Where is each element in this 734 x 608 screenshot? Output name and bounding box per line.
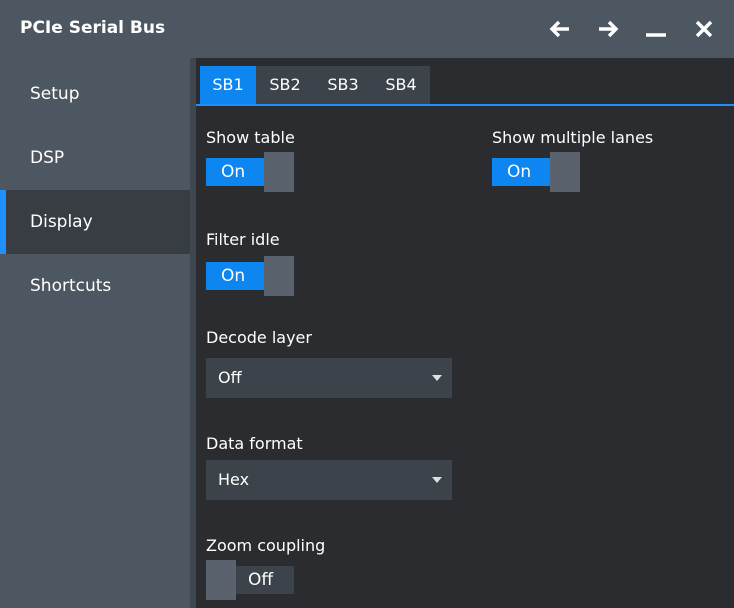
display-panel: SB1 SB2 SB3 SB4 Show table On Show multi… (196, 58, 734, 608)
show-multiple-lanes-label: Show multiple lanes (492, 128, 654, 147)
filter-idle-label: Filter idle (206, 230, 280, 249)
show-multiple-lanes-toggle[interactable]: On (492, 152, 580, 192)
toggle-state: On (206, 158, 264, 186)
zoom-coupling-toggle[interactable]: Off (206, 560, 294, 600)
decode-layer-select[interactable]: Off (206, 358, 452, 398)
show-table-label: Show table (206, 128, 295, 147)
forward-button[interactable] (592, 13, 624, 45)
sidebar-item-setup[interactable]: Setup (0, 62, 190, 126)
arrow-right-icon (599, 20, 619, 38)
title-bar: PCIe Serial Bus (0, 0, 734, 58)
tab-label: SB4 (385, 75, 417, 94)
zoom-coupling-label: Zoom coupling (206, 536, 326, 555)
tab-label: SB3 (327, 75, 359, 94)
tab-sb3[interactable]: SB3 (314, 66, 372, 104)
show-table-toggle[interactable]: On (206, 152, 294, 192)
filter-idle-toggle[interactable]: On (206, 256, 294, 296)
sidebar-item-label: DSP (30, 148, 65, 168)
tab-sb1[interactable]: SB1 (200, 66, 256, 104)
sidebar-item-display[interactable]: Display (0, 190, 190, 254)
sidebar-item-label: Shortcuts (30, 276, 112, 296)
toggle-knob (550, 152, 580, 192)
decode-layer-label: Decode layer (206, 328, 312, 347)
toggle-state: Off (236, 566, 294, 594)
window-title: PCIe Serial Bus (20, 18, 166, 38)
arrow-left-icon (549, 20, 569, 38)
select-value: Off (218, 368, 242, 387)
data-format-select[interactable]: Hex (206, 460, 452, 500)
tab-sb2[interactable]: SB2 (256, 66, 314, 104)
data-format-label: Data format (206, 434, 303, 453)
minimize-button[interactable] (640, 13, 672, 45)
close-icon (695, 20, 713, 38)
minimize-icon (646, 33, 666, 37)
chevron-down-icon (432, 375, 442, 381)
tab-label: SB2 (269, 75, 301, 94)
active-indicator (0, 190, 6, 254)
toggle-knob (264, 256, 294, 296)
sidebar-item-shortcuts[interactable]: Shortcuts (0, 254, 190, 318)
toggle-state: On (206, 262, 264, 290)
tab-label: SB1 (212, 75, 244, 94)
sidebar-item-dsp[interactable]: DSP (0, 126, 190, 190)
sidebar: Setup DSP Display Shortcuts (0, 58, 190, 608)
tab-sb4[interactable]: SB4 (372, 66, 430, 104)
close-button[interactable] (688, 13, 720, 45)
tab-bar: SB1 SB2 SB3 SB4 (196, 66, 734, 106)
back-button[interactable] (544, 13, 576, 45)
toggle-state: On (492, 158, 550, 186)
sidebar-item-label: Display (30, 212, 93, 232)
sidebar-item-label: Setup (30, 84, 80, 104)
chevron-down-icon (432, 477, 442, 483)
select-value: Hex (218, 470, 250, 489)
toggle-knob (264, 152, 294, 192)
toggle-knob (206, 560, 236, 600)
